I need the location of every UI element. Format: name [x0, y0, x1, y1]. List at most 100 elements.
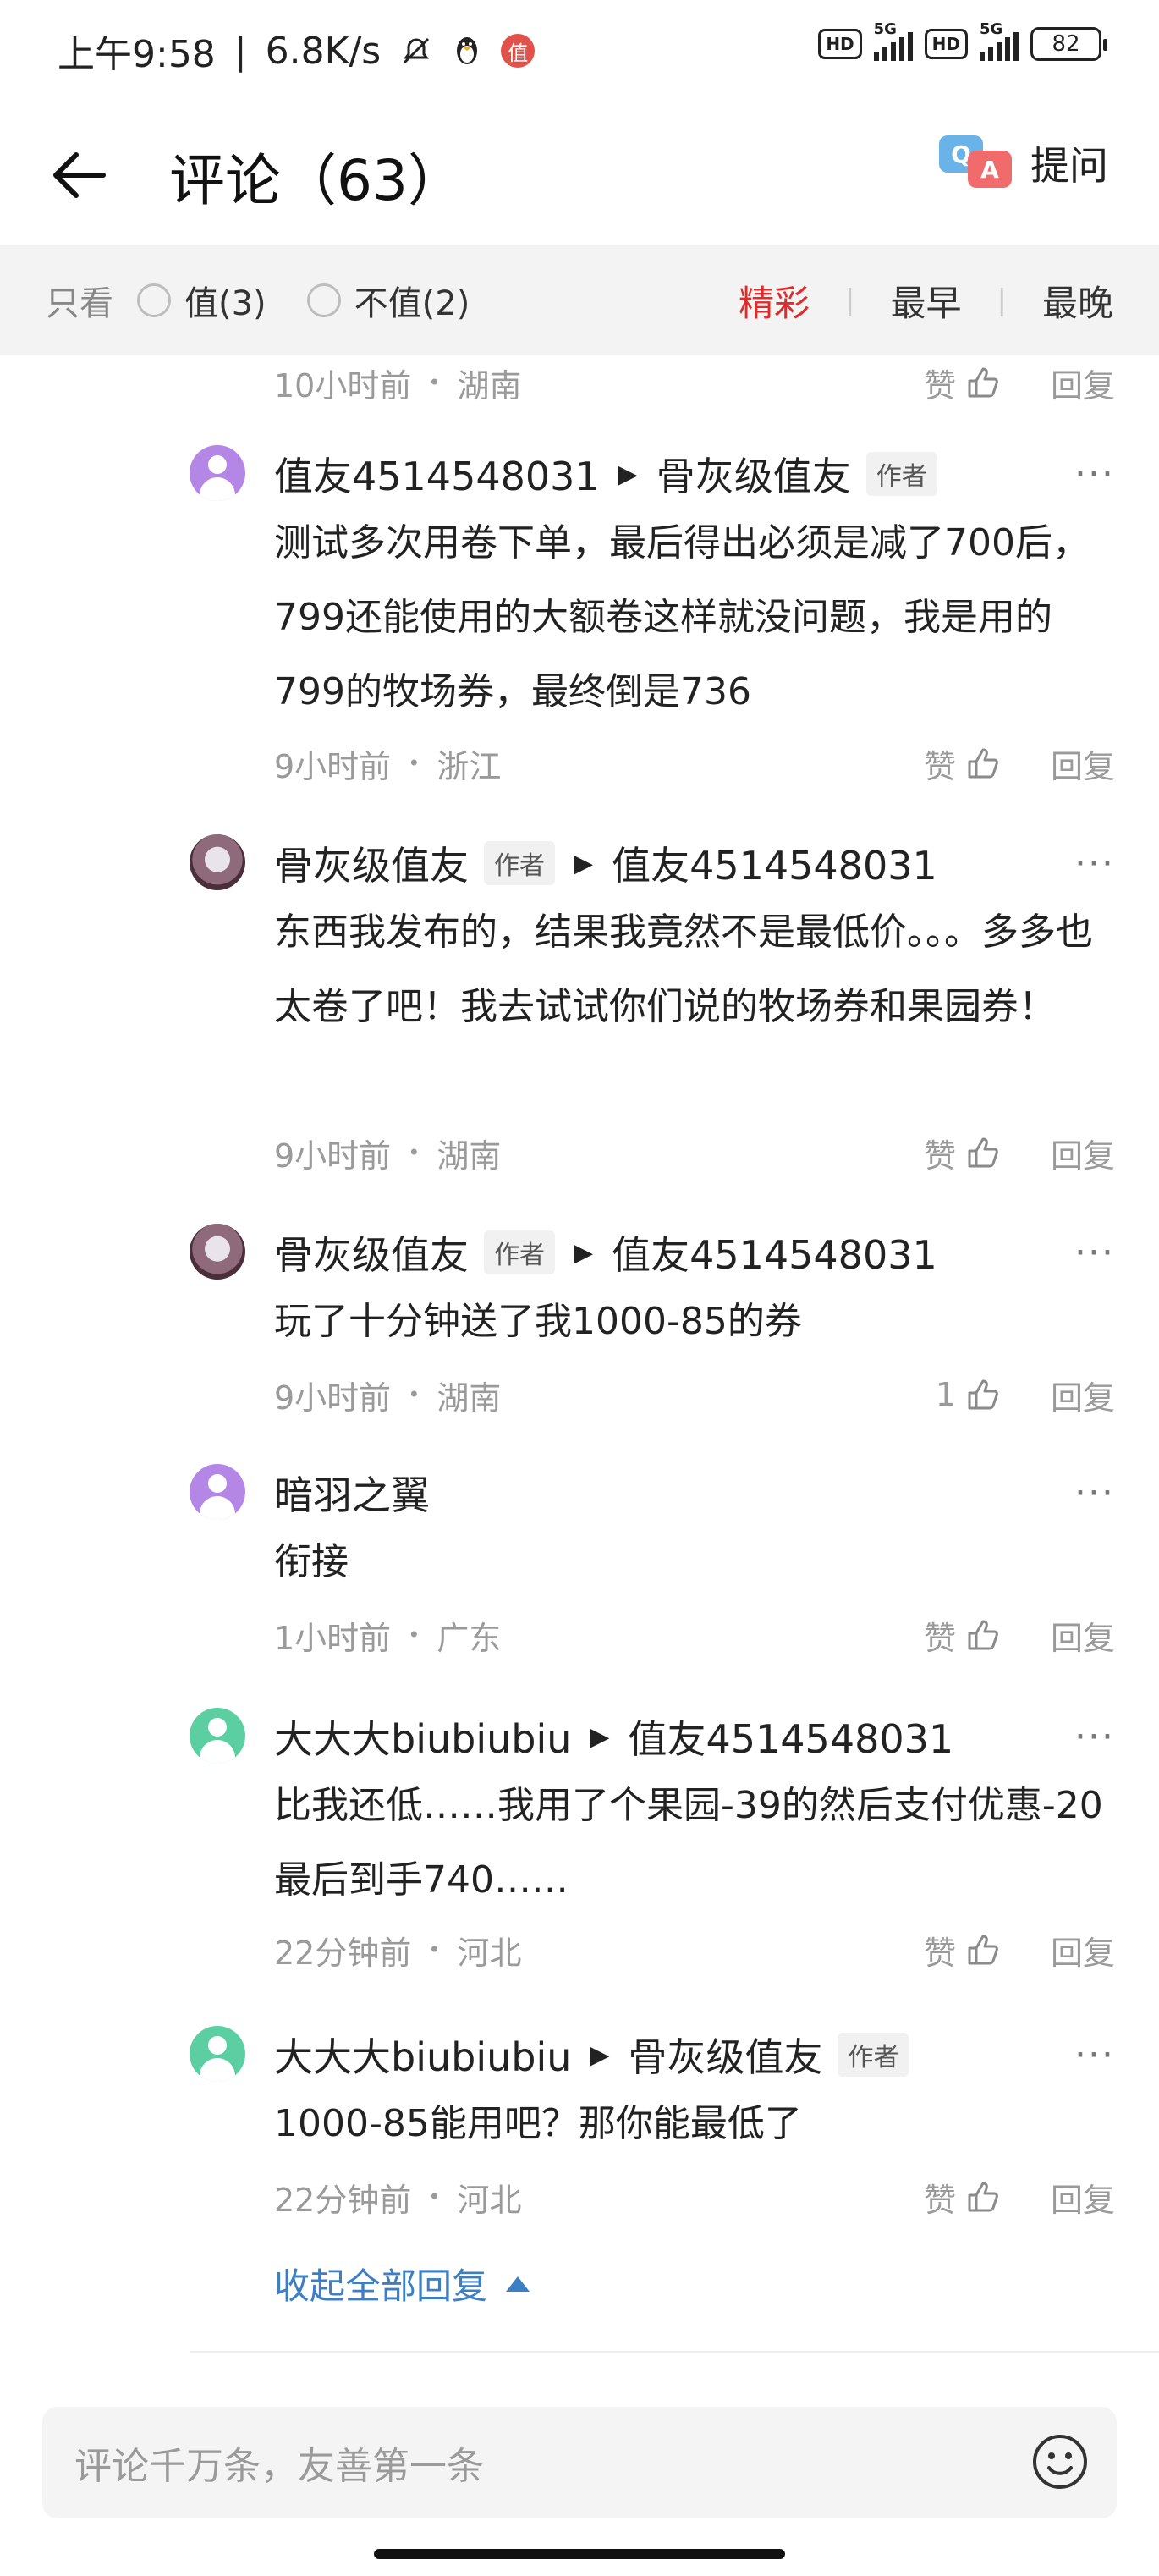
more-options-icon[interactable]: ···	[1074, 2034, 1115, 2077]
battery-level: 82	[1052, 31, 1080, 57]
comment-text: 测试多次用卷下单，最后得出必须是减了700后，799还能使用的大额卷这样就没问题…	[274, 521, 1090, 713]
more-options-icon[interactable]: ···	[1074, 1231, 1115, 1274]
comment-header: 骨灰级值友 作者 ▶ 值友4514548031 ···	[274, 1219, 1115, 1286]
avatar[interactable]	[190, 1708, 245, 1764]
comment-username[interactable]: 大大大biubiubiu	[274, 2027, 571, 2083]
penguin-icon	[457, 37, 478, 64]
comment-header: 暗羽之翼 ···	[274, 1459, 1115, 1527]
sort-tab-earliest[interactable]: 最早	[891, 275, 962, 327]
avatar[interactable]	[190, 445, 245, 501]
like-button[interactable]: 赞	[924, 1130, 1002, 1176]
qa-icon: Q A	[939, 135, 1013, 191]
comment-username[interactable]: 骨灰级值友	[274, 1225, 469, 1280]
reply-button[interactable]: 回复	[1051, 1372, 1115, 1418]
reply-arrow-icon: ▶	[618, 459, 638, 489]
comment-meta: 22分钟前 • 河北 赞 回复	[274, 1924, 1115, 1975]
like-button[interactable]: 赞	[924, 1927, 1002, 1973]
collapse-replies-button[interactable]: 收起全部回复	[274, 2258, 530, 2309]
comment-header: 大大大biubiubiu ▶ 值友4514548031 ···	[274, 1703, 1115, 1770]
meta-dot: •	[428, 1938, 441, 1962]
comment-text: 东西我发布的，结果我竟然不是最低价。。。多多也太卷了吧！我去试试你们说的牧场券和…	[274, 911, 1093, 1028]
reply-button[interactable]: 回复	[1051, 1130, 1115, 1176]
meta-dot: •	[408, 1383, 420, 1406]
avatar[interactable]	[190, 1464, 245, 1520]
comment-meta: 10小时前 • 湖南 赞 回复	[274, 355, 1115, 410]
filter-not-worth-radio[interactable]: 不值(2)	[306, 276, 470, 325]
like-button[interactable]: 赞	[924, 740, 1002, 787]
meta-dot: •	[408, 1623, 420, 1647]
home-indicator[interactable]	[374, 2549, 785, 2559]
reply-button[interactable]: 回复	[1051, 360, 1115, 406]
comment-input[interactable]: 评论千万条，友善第一条	[42, 2407, 1117, 2518]
like-button[interactable]: 赞	[924, 360, 1002, 406]
reply-arrow-icon: ▶	[574, 848, 594, 878]
only-see-label: 只看	[46, 284, 113, 323]
comment-text: 玩了十分钟送了我1000-85的券	[274, 1300, 802, 1343]
reply-to-username[interactable]: 骨灰级值友	[628, 2027, 822, 2083]
author-badge: 作者	[484, 1230, 555, 1274]
reply-to-username[interactable]: 值友4514548031	[612, 835, 937, 891]
comment-meta: 22分钟前 • 河北 赞 回复	[274, 2171, 1115, 2222]
more-options-icon[interactable]: ···	[1074, 1715, 1115, 1759]
status-bar: 上午9:58 | 6.8K/s 值 HD 5G HD 5G 82	[0, 0, 1159, 102]
reply-button[interactable]: 回复	[1051, 2174, 1115, 2221]
avatar[interactable]	[190, 834, 245, 890]
more-options-icon[interactable]: ···	[1074, 453, 1115, 496]
reply-to-username[interactable]: 值友4514548031	[628, 1709, 953, 1764]
comment-time: 10小时前	[274, 366, 412, 405]
like-count: 1	[935, 1376, 956, 1413]
back-arrow-icon[interactable]	[49, 146, 108, 205]
comment-meta: 9小时前 • 浙江 赞 回复	[274, 738, 1115, 789]
filter-worth-radio[interactable]: 值(3)	[137, 276, 266, 325]
comment-time: 9小时前	[274, 1137, 392, 1175]
reply-to-username[interactable]: 值友4514548031	[612, 1225, 937, 1280]
thumbs-up-icon	[968, 1935, 998, 1965]
like-label: 赞	[923, 366, 956, 405]
like-button[interactable]: 赞	[924, 1612, 1002, 1659]
comment-region: 广东	[437, 1619, 502, 1657]
comment-username[interactable]: 暗羽之翼	[274, 1465, 430, 1521]
like-button[interactable]: 赞	[924, 2174, 1002, 2221]
hd-icon: HD	[924, 29, 968, 59]
more-options-icon[interactable]: ···	[1074, 1472, 1115, 1515]
thumbs-up-icon	[968, 748, 998, 779]
comment-time: 22分钟前	[274, 1934, 412, 1972]
comment-region: 湖南	[457, 366, 522, 405]
like-label: 赞	[923, 747, 956, 785]
comment-username[interactable]: 值友4514548031	[274, 446, 600, 502]
app-badge-icon: 值	[501, 34, 536, 68]
thumbs-up-icon	[968, 367, 998, 398]
avatar[interactable]	[190, 2026, 245, 2082]
sort-tab-featured[interactable]: 精彩	[739, 275, 810, 327]
comment-text: 衔接	[274, 1540, 349, 1583]
emoji-icon[interactable]	[1030, 2432, 1090, 2491]
meta-dot: •	[428, 2185, 441, 2209]
comment-meta: 9小时前 • 湖南 1 回复	[274, 1369, 1115, 1420]
more-options-icon[interactable]: ···	[1074, 842, 1115, 885]
reply-arrow-icon: ▶	[574, 1237, 594, 1268]
reply-button[interactable]: 回复	[1051, 1612, 1115, 1659]
comment-meta: 1小时前 • 广东 赞 回复	[274, 1610, 1115, 1660]
comment-region: 浙江	[437, 747, 502, 785]
ask-label: 提问	[1030, 143, 1108, 189]
page-title: 评论（63）	[169, 148, 464, 213]
like-button[interactable]: 1	[936, 1376, 1002, 1413]
comment-input-placeholder: 评论千万条，友善第一条	[74, 2445, 484, 2488]
comment-username[interactable]: 骨灰级值友	[274, 835, 469, 891]
reply-to-username[interactable]: 骨灰级值友	[656, 446, 851, 502]
ask-question-button[interactable]: Q A 提问	[939, 135, 1108, 191]
reply-button[interactable]: 回复	[1051, 740, 1115, 787]
thumbs-up-icon	[968, 1620, 998, 1650]
status-separator: |	[233, 29, 247, 73]
avatar[interactable]	[190, 1224, 245, 1280]
signal-icon: 5G	[980, 20, 1019, 61]
reply-button[interactable]: 回复	[1051, 1927, 1115, 1973]
radio-circle-icon	[137, 283, 171, 317]
comment-username[interactable]: 大大大biubiubiu	[274, 1709, 571, 1764]
signal-label: 5G	[980, 20, 1003, 38]
sort-tab-latest[interactable]: 最晚	[1042, 275, 1113, 327]
sort-tabs: 精彩 | 最早 | 最晚	[739, 245, 1113, 355]
meta-dot: •	[408, 751, 420, 775]
filter-bar: 只看 值(3) 不值(2) 精彩 | 最早 | 最晚	[0, 245, 1159, 355]
comment-meta: 9小时前 • 湖南 赞 回复	[274, 1127, 1115, 1178]
